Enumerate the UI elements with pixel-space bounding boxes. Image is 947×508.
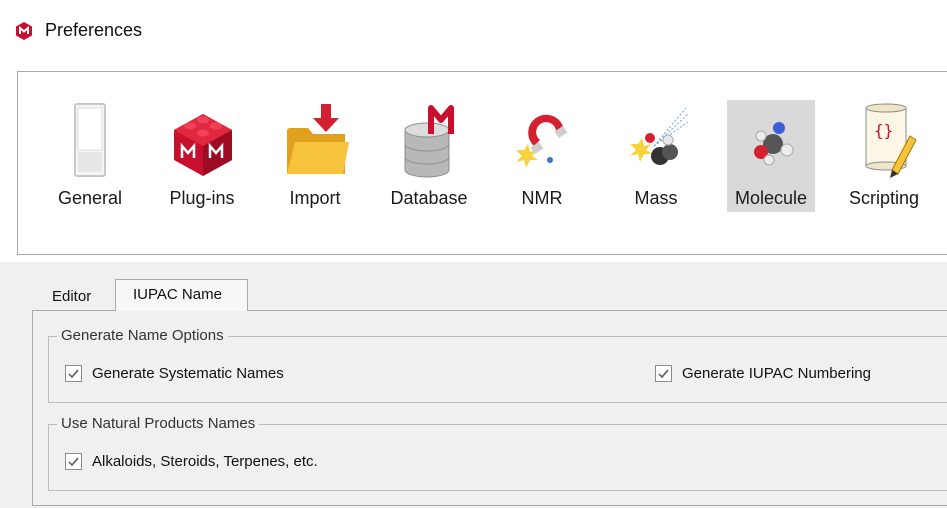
checkbox-label: Alkaloids, Steroids, Terpenes, etc. [92, 453, 318, 470]
toolbar-item-database[interactable]: Database [385, 100, 473, 212]
toolbar-item-label: Database [390, 188, 468, 208]
tab-editor[interactable]: Editor [40, 284, 110, 310]
group-generate-name-options: Generate Name Options Generate Systemati… [48, 327, 947, 403]
checkmark-icon [658, 369, 669, 379]
database-icon [397, 100, 463, 180]
toolbar-item-label: Scripting [848, 188, 920, 208]
import-folder-icon [283, 100, 349, 180]
general-switch-icon [58, 100, 124, 180]
app-logo-icon [14, 21, 34, 41]
tab-label: IUPAC Name [133, 286, 222, 303]
toolbar-item-mass[interactable]: Mass [612, 100, 700, 212]
toolbar-item-general[interactable]: General [46, 100, 134, 212]
svg-text:{}: {} [874, 121, 893, 140]
checkbox-box[interactable] [65, 365, 82, 382]
toolbar-item-label: Import [289, 188, 341, 208]
toolbar-item-label: Mass [634, 188, 678, 208]
plugin-block-icon [170, 100, 236, 180]
settings-content: Editor IUPAC Name Generate Name Options … [0, 262, 947, 508]
group-title: Generate Name Options [57, 327, 228, 344]
toolbar-item-scripting[interactable]: {} Scripting [840, 100, 928, 212]
tab-label: Editor [52, 288, 92, 305]
checkbox-alkaloids-steroids-terpenes[interactable]: Alkaloids, Steroids, Terpenes, etc. [65, 453, 318, 470]
window-title: Preferences [45, 20, 143, 40]
mass-spec-icon [624, 100, 690, 180]
checkbox-box[interactable] [655, 365, 672, 382]
toolbar-item-molecule[interactable]: Molecule [727, 100, 815, 212]
tab-panel-iupac-name: Generate Name Options Generate Systemati… [32, 310, 947, 506]
group-natural-products-names: Use Natural Products Names Alkaloids, St… [48, 415, 947, 491]
tab-iupac-name[interactable]: IUPAC Name [115, 279, 248, 311]
checkbox-box[interactable] [65, 453, 82, 470]
toolbar-item-label: Plug-ins [169, 188, 235, 208]
preferences-window: Preferences General Plug-ins Import Data… [0, 0, 947, 508]
toolbar-item-nmr[interactable]: NMR [498, 100, 586, 212]
toolbar-item-label: NMR [521, 188, 563, 208]
preferences-category-toolbar: General Plug-ins Import Database NMR Mas… [17, 71, 947, 255]
scripting-scroll-icon: {} [852, 100, 918, 180]
checkbox-label: Generate IUPAC Numbering [682, 365, 871, 382]
toolbar-item-label: General [57, 188, 123, 208]
toolbar-item-plug-ins[interactable]: Plug-ins [158, 100, 246, 212]
group-title: Use Natural Products Names [57, 415, 260, 432]
toolbar-item-import[interactable]: Import [271, 100, 359, 212]
molecule-icon [739, 100, 805, 180]
checkbox-generate-iupac-numbering[interactable]: Generate IUPAC Numbering [655, 365, 871, 382]
toolbar-item-label: Molecule [734, 188, 808, 208]
checkmark-icon [68, 369, 79, 379]
checkbox-generate-systematic-names[interactable]: Generate Systematic Names [65, 365, 284, 382]
checkbox-label: Generate Systematic Names [92, 365, 284, 382]
title-bar: Preferences [0, 0, 947, 62]
nmr-magnet-icon [510, 100, 576, 180]
checkmark-icon [68, 457, 79, 467]
